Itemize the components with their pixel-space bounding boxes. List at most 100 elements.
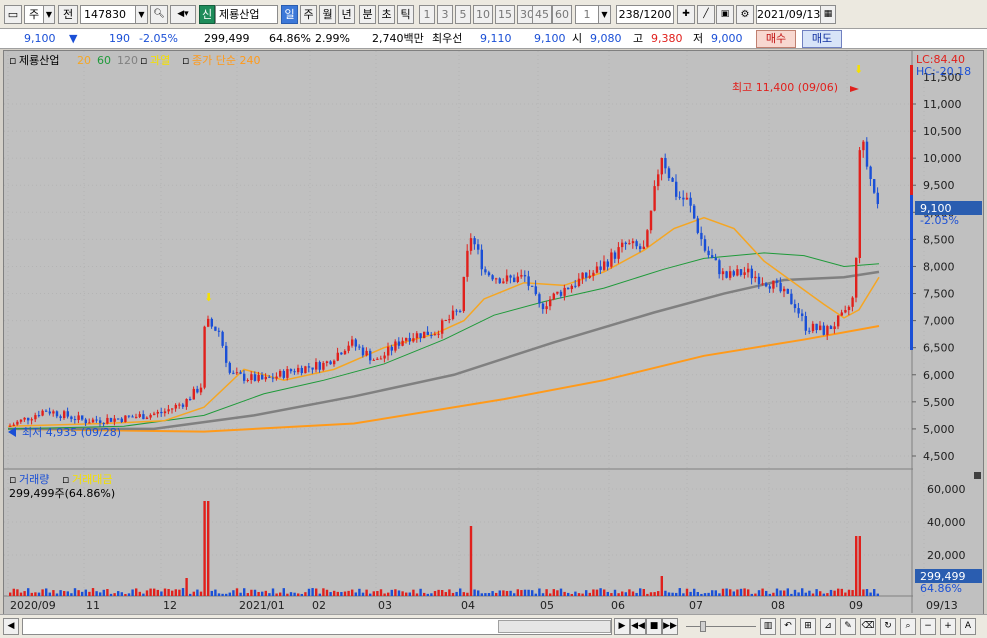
layout-icon[interactable]: ▭ xyxy=(4,5,22,24)
period-week[interactable]: 주 xyxy=(300,5,317,24)
volume-bar xyxy=(333,590,336,596)
ruler-icon[interactable]: ⊿ xyxy=(820,618,836,635)
legend-ma20: 20 xyxy=(77,54,91,67)
volume-bar xyxy=(610,593,613,596)
minute-1[interactable]: 1 xyxy=(419,5,435,24)
volume-bar xyxy=(603,589,606,596)
volume-bar xyxy=(383,593,386,596)
zoom-in-icon[interactable]: + xyxy=(940,618,956,635)
chart-area[interactable]: 11,00010,50010,0009,5009,0008,5008,0007,… xyxy=(3,50,984,624)
minute-5[interactable]: 5 xyxy=(455,5,471,24)
trendline-icon[interactable]: ╱ xyxy=(697,5,715,24)
sound-icon[interactable]: ◀▾ xyxy=(170,5,196,24)
scroll-thumb[interactable] xyxy=(498,620,611,633)
candle-body xyxy=(387,346,390,356)
volume-bar xyxy=(840,588,843,596)
draw-icon[interactable]: ✎ xyxy=(840,618,856,635)
period-month[interactable]: 월 xyxy=(319,5,336,24)
scroll-left-icon[interactable]: ◀ xyxy=(3,618,19,635)
prev-button[interactable]: 전 xyxy=(58,5,78,24)
volume-bar xyxy=(120,592,123,596)
scroll-track[interactable] xyxy=(22,618,612,635)
candle-body xyxy=(109,417,113,422)
volume-bar xyxy=(685,588,689,596)
zoom-slider[interactable] xyxy=(686,618,756,635)
chevron-down-icon[interactable]: ▼ xyxy=(43,5,55,24)
candle-body xyxy=(675,181,678,197)
search-icon[interactable]: 🔍︎ xyxy=(150,5,168,24)
y-tick-label: 6,500 xyxy=(923,342,955,355)
eraser-icon[interactable]: ⌫ xyxy=(860,618,876,635)
period-second[interactable]: 초 xyxy=(378,5,395,24)
candle-body xyxy=(433,334,437,336)
volume-bar xyxy=(127,593,131,596)
candle-body xyxy=(192,388,195,400)
candle-body xyxy=(315,362,318,370)
candle-body xyxy=(325,361,329,363)
volume-bar xyxy=(156,589,159,596)
chart-type-icon[interactable]: ▥ xyxy=(760,618,776,635)
candle-body xyxy=(401,340,404,346)
minute-10[interactable]: 10 xyxy=(473,5,493,24)
candle-body xyxy=(322,362,325,370)
gear-icon[interactable]: ⚙ xyxy=(736,5,754,24)
fast-forward-icon[interactable]: ▶▶ xyxy=(662,618,678,635)
volume-bar xyxy=(430,593,433,596)
volume-bar xyxy=(700,593,703,596)
volume-bar xyxy=(318,593,321,596)
period-minute[interactable]: 분 xyxy=(359,5,376,24)
volume-bar xyxy=(163,588,167,596)
candle-body xyxy=(851,297,854,307)
volume-bar xyxy=(81,591,84,596)
volume-bar xyxy=(750,593,753,596)
crosshair-icon[interactable]: ✚ xyxy=(677,5,695,24)
volume-bar xyxy=(55,593,59,596)
zoom-fit-icon[interactable]: ⊞ xyxy=(800,618,816,635)
scroll-right-icon[interactable]: ▶ xyxy=(614,618,630,635)
volume-bar xyxy=(783,590,786,596)
candle-body xyxy=(531,285,534,287)
zoom-handle[interactable] xyxy=(700,621,706,632)
minute-15[interactable]: 15 xyxy=(495,5,515,24)
market-select[interactable]: 주 xyxy=(24,5,44,24)
rewind-icon[interactable]: ◀◀ xyxy=(630,618,646,635)
candle-body xyxy=(574,285,577,287)
count-field[interactable]: 238/1200 xyxy=(616,5,674,24)
volume-bar xyxy=(207,501,210,596)
volume-bar xyxy=(257,591,260,596)
candle-body xyxy=(376,358,379,360)
candle-body xyxy=(527,276,530,286)
candle-body xyxy=(581,272,584,279)
candle-body xyxy=(167,409,170,412)
stock-code-input[interactable]: 147830 xyxy=(80,5,136,24)
candle-body xyxy=(390,346,393,351)
buy-button[interactable]: 매수 xyxy=(756,30,796,48)
period-day[interactable]: 일 xyxy=(281,5,298,24)
pane-collapse-icon[interactable] xyxy=(974,472,981,479)
chart-scrollbar[interactable]: ◀ ▶ ◀◀ ■ ▶▶ ▥ ↶ ⊞ ⊿ ✎ ⌫ ↻ ⌕ − + A xyxy=(0,614,987,638)
calendar-icon[interactable]: ▦ xyxy=(820,5,836,24)
period-tick[interactable]: 틱 xyxy=(397,5,414,24)
low-annotation: 최저 4,935 (09/28) xyxy=(22,426,121,439)
volume-bar xyxy=(34,592,37,596)
history-icon[interactable]: ↶ xyxy=(780,618,796,635)
refresh-icon[interactable]: ↻ xyxy=(880,618,896,635)
zoom-out-icon[interactable]: − xyxy=(920,618,936,635)
minute-custom-input[interactable]: 1 xyxy=(575,5,599,24)
auto-scale-icon[interactable]: A xyxy=(960,618,976,635)
minute-45[interactable]: 45 xyxy=(532,5,552,24)
code-dropdown-icon[interactable]: ▼ xyxy=(135,5,148,24)
period-year[interactable]: 년 xyxy=(338,5,355,24)
stock-chart[interactable]: 11,00010,50010,0009,5009,0008,5008,0007,… xyxy=(4,51,983,613)
candle-body xyxy=(297,367,300,373)
minute-dropdown-icon[interactable]: ▼ xyxy=(598,5,611,24)
save-icon[interactable]: ▣ xyxy=(716,5,734,24)
sell-button[interactable]: 매도 xyxy=(802,30,842,48)
minute-60[interactable]: 60 xyxy=(552,5,572,24)
minute-3[interactable]: 3 xyxy=(437,5,453,24)
search-chart-icon[interactable]: ⌕ xyxy=(900,618,916,635)
x-tick-label: 03 xyxy=(378,599,392,612)
candle-body xyxy=(718,260,721,275)
date-input[interactable]: 2021/09/13 xyxy=(756,5,821,24)
stop-icon[interactable]: ■ xyxy=(646,618,662,635)
